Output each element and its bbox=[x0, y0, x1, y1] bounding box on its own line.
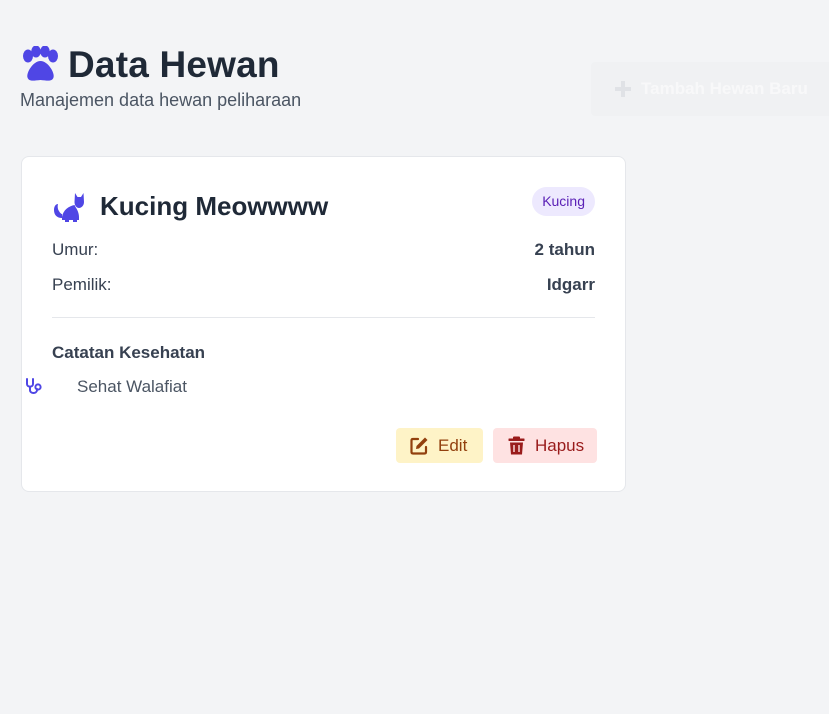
edit-icon bbox=[410, 437, 428, 455]
health-heading: Catatan Kesehatan bbox=[52, 343, 206, 362]
delete-label: Hapus bbox=[535, 435, 585, 455]
add-pet-button[interactable]: Tambah Hewan Baru bbox=[591, 62, 829, 116]
edit-button[interactable]: Edit bbox=[396, 428, 483, 463]
divider bbox=[52, 317, 595, 318]
age-row: Umur: 2 tahun bbox=[52, 240, 595, 264]
owner-label: Pemilik: bbox=[52, 275, 112, 294]
pet-card: Kucing Meowwww Kucing Umur: 2 tahun Pemi… bbox=[21, 156, 626, 492]
title-row: Data Hewan bbox=[20, 44, 301, 86]
owner-row: Pemilik: Idgarr bbox=[52, 275, 595, 299]
owner-value: Idgarr bbox=[546, 275, 595, 294]
species-badge: Kucing bbox=[532, 187, 595, 216]
delete-button[interactable]: Hapus bbox=[493, 428, 597, 463]
add-pet-label: Tambah Hewan Baru bbox=[641, 79, 808, 98]
health-note: Sehat Walafiat bbox=[77, 377, 187, 396]
stethoscope-icon bbox=[26, 378, 42, 394]
page-subtitle: Manajemen data hewan peliharaan bbox=[20, 90, 302, 110]
plus-icon bbox=[615, 81, 631, 97]
cat-icon bbox=[54, 193, 84, 222]
age-value: 2 tahun bbox=[534, 240, 595, 259]
age-label: Umur: bbox=[52, 240, 99, 259]
page-header: Data Hewan Manajemen data hewan pelihara… bbox=[20, 44, 301, 111]
trash-icon bbox=[508, 436, 525, 455]
paw-icon bbox=[23, 46, 58, 81]
card-header: Kucing Meowwww Kucing bbox=[52, 187, 595, 227]
pet-name: Kucing Meowwww bbox=[100, 191, 329, 221]
page-title: Data Hewan bbox=[68, 44, 280, 85]
edit-label: Edit bbox=[438, 435, 468, 455]
